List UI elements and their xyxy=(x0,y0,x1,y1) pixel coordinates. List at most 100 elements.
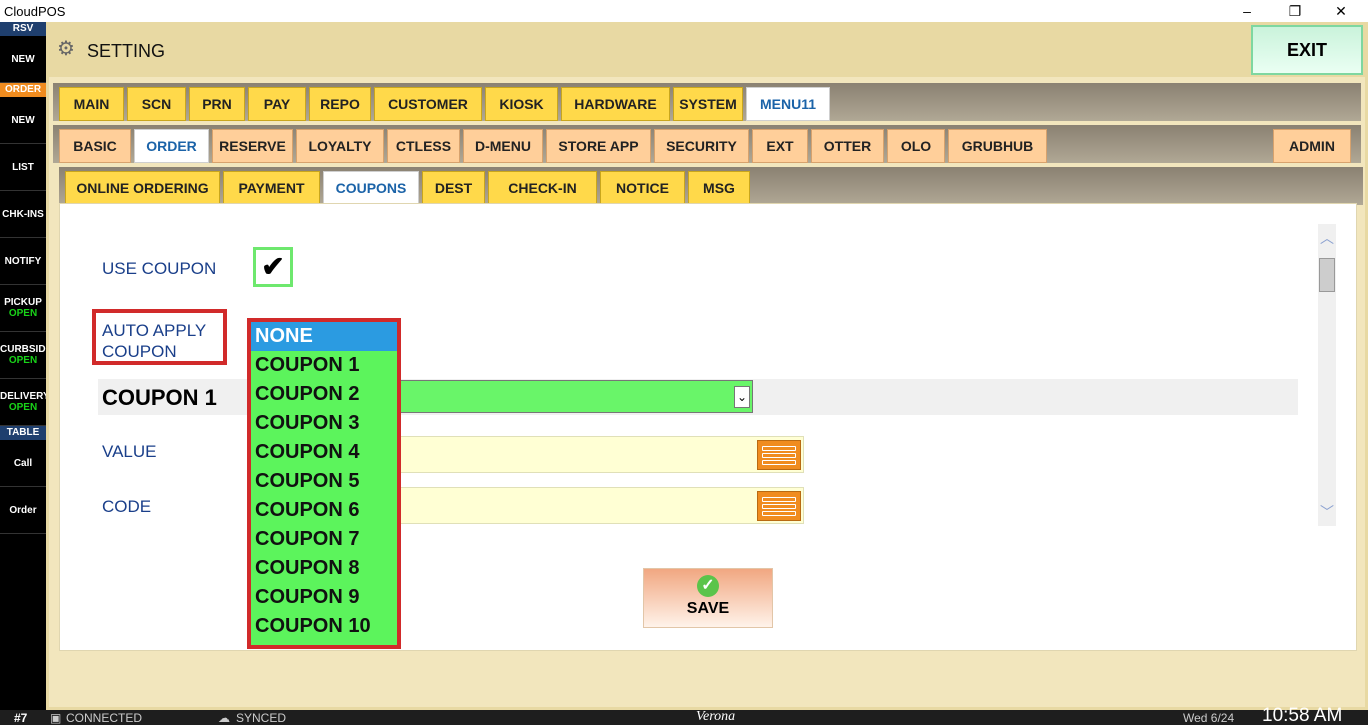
subtab-olo[interactable]: OLO xyxy=(887,129,945,163)
value-input[interactable] xyxy=(400,436,804,473)
chevron-down-icon[interactable]: ⌄ xyxy=(734,386,750,408)
sub-tab-row: BASIC ORDER RESERVE LOYALTY CTLESS D-MENU STOR… xyxy=(53,125,1361,163)
sidebar-button-list[interactable]: LIST xyxy=(0,144,46,191)
restore-icon[interactable]: ❐ xyxy=(1272,0,1318,22)
vertical-scrollbar[interactable]: ︿ ﹀ xyxy=(1318,224,1336,526)
sidebar-button-status: OPEN xyxy=(8,308,38,319)
dropdown-option-coupon-5[interactable]: COUPON 5 xyxy=(251,467,397,496)
tab-system[interactable]: SYSTEM xyxy=(673,87,743,121)
main-tab-row: MAIN SCN PRN PAY REPO CUSTOMER KIOSK HARDWARE SY… xyxy=(53,83,1361,121)
exit-button[interactable]: EXIT xyxy=(1251,25,1363,75)
subtab-admin[interactable]: ADMIN xyxy=(1273,129,1351,163)
use-coupon-label: USE COUPON xyxy=(102,259,217,278)
section-tab-online-ordering[interactable]: ONLINE ORDERING xyxy=(65,171,220,205)
section-tab-coupons[interactable]: COUPONS xyxy=(323,171,419,205)
sidebar-button-notify[interactable]: NOTIFY xyxy=(0,238,46,285)
sidebar-section-order: ORDER xyxy=(0,83,46,97)
sidebar-button-label: CURBSIDE xyxy=(0,344,46,355)
save-button[interactable]: ✓ SAVE xyxy=(643,568,773,628)
section-tab-check-in[interactable]: CHECK-IN xyxy=(488,171,597,205)
dropdown-option-coupon-8[interactable]: COUPON 8 xyxy=(251,554,397,583)
connection-status: CONNECTED xyxy=(66,711,143,725)
section-tab-dest[interactable]: DEST xyxy=(422,171,485,205)
tab-pay[interactable]: PAY xyxy=(248,87,306,121)
code-input[interactable] xyxy=(400,487,804,524)
check-icon: ✓ xyxy=(697,575,719,597)
save-label: SAVE xyxy=(686,600,730,617)
dropdown-option-coupon-1[interactable]: COUPON 1 xyxy=(251,351,397,380)
window-title: CloudPOS xyxy=(4,4,66,19)
subtab-d-menu[interactable]: D-MENU xyxy=(463,129,543,163)
sidebar-button-call[interactable]: Call xyxy=(0,440,46,487)
subtab-order[interactable]: ORDER xyxy=(134,129,209,163)
tab-kiosk[interactable]: KIOSK xyxy=(485,87,558,121)
section-tab-notice[interactable]: NOTICE xyxy=(600,171,685,205)
dropdown-option-coupon-7[interactable]: COUPON 7 xyxy=(251,525,397,554)
tab-repo[interactable]: REPO xyxy=(309,87,371,121)
sidebar-button-order[interactable]: Order xyxy=(0,487,46,534)
coupon-title: COUPON 1 xyxy=(102,385,217,410)
dropdown-option-coupon-9[interactable]: COUPON 9 xyxy=(251,583,397,612)
minimize-icon[interactable]: – xyxy=(1224,0,1270,22)
sidebar-button-new[interactable]: NEW xyxy=(0,97,46,144)
sidebar-button-chk-ins[interactable]: CHK-INS xyxy=(0,191,46,238)
sidebar-section-table: TABLE xyxy=(0,426,46,440)
tab-scn[interactable]: SCN xyxy=(127,87,186,121)
subtab-store-app[interactable]: STORE APP xyxy=(546,129,651,163)
use-coupon-checkbox[interactable]: ✔ xyxy=(253,247,293,287)
tab-prn[interactable]: PRN xyxy=(189,87,245,121)
value-label: VALUE xyxy=(102,442,157,461)
subtab-loyalty[interactable]: LOYALTY xyxy=(296,129,384,163)
status-date: Wed 6/24 xyxy=(1183,711,1235,725)
dropdown-option-none[interactable]: NONE xyxy=(251,322,397,351)
subtab-ctless[interactable]: CTLESS xyxy=(387,129,460,163)
table-number: #7 xyxy=(14,711,28,725)
dropdown-option-coupon-2[interactable]: COUPON 2 xyxy=(251,380,397,409)
sidebar-button-delivery[interactable]: DELIVERY OPEN xyxy=(0,379,46,426)
auto-apply-label: AUTO APPLY COUPON xyxy=(102,321,207,361)
tab-customer[interactable]: CUSTOMER xyxy=(374,87,482,121)
scroll-down-icon[interactable]: ﹀ xyxy=(1318,502,1336,522)
sidebar-button-status: OPEN xyxy=(8,355,38,366)
sidebar-button-label: PICKUP xyxy=(4,297,42,308)
tab-main[interactable]: MAIN xyxy=(59,87,124,121)
sidebar-button-curbside[interactable]: CURBSIDEOPEN xyxy=(0,332,46,379)
subtab-ext[interactable]: EXT xyxy=(752,129,808,163)
dropdown-option-coupon-6[interactable]: COUPON 6 xyxy=(251,496,397,525)
section-tab-payment[interactable]: PAYMENT xyxy=(223,171,320,205)
section-tab-msg[interactable]: MSG xyxy=(688,171,750,205)
dropdown-option-coupon-3[interactable]: COUPON 3 xyxy=(251,409,397,438)
tab-hardware[interactable]: HARDWARE xyxy=(561,87,670,121)
sidebar-button-label: NEW xyxy=(11,114,35,126)
sidebar-button-new[interactable]: NEW xyxy=(0,36,46,83)
gear-icon: ⚙ xyxy=(57,38,75,60)
status-time: 10:58 AM xyxy=(1262,705,1343,726)
code-label: CODE xyxy=(102,497,152,516)
keyboard-icon[interactable] xyxy=(757,440,801,470)
subtab-basic[interactable]: BASIC xyxy=(59,129,131,163)
sidebar-button-pickup[interactable]: PICKUP OPEN xyxy=(0,285,46,332)
title-bar: CloudPOS – ❐ ✕ xyxy=(0,0,1368,22)
keyboard-icon[interactable] xyxy=(757,491,801,521)
subtab-grubhub[interactable]: GRUBHUB xyxy=(948,129,1047,163)
auto-apply-dropdown[interactable]: NONE COUPON 1 COUPON 2 COUPON 3 COUPON 4 COUP… xyxy=(247,318,401,649)
header-bar: ⚙ SETTING EXIT xyxy=(49,25,1365,77)
close-icon[interactable]: ✕ xyxy=(1318,0,1364,22)
scroll-thumb[interactable] xyxy=(1319,258,1335,292)
coupon-select[interactable]: ⌄ xyxy=(400,380,753,413)
sidebar-button-label: Call xyxy=(13,457,33,469)
subtab-otter[interactable]: OTTER xyxy=(811,129,884,163)
dropdown-option-coupon-4[interactable]: COUPON 4 xyxy=(251,438,397,467)
tab-menu11[interactable]: MENU11 xyxy=(746,87,830,121)
left-sidebar: RSV NEW ORDER NEW LIST CHK-INS NOTIFY PICKUP OPE… xyxy=(0,22,46,710)
page-title: SETTING xyxy=(87,41,166,61)
scroll-up-icon[interactable]: ︿ xyxy=(1318,228,1336,248)
sidebar-button-label: NEW xyxy=(11,53,35,65)
subtab-security[interactable]: SECURITY xyxy=(654,129,749,163)
connection-icon: ▣ xyxy=(50,711,62,725)
dropdown-option-coupon-10[interactable]: COUPON 10 xyxy=(251,612,397,641)
sidebar-button-status: OPEN xyxy=(8,402,38,413)
subtab-reserve[interactable]: RESERVE xyxy=(212,129,293,163)
sidebar-button-label: NOTIFY xyxy=(4,255,42,267)
cloud-icon: ☁ xyxy=(218,711,230,725)
